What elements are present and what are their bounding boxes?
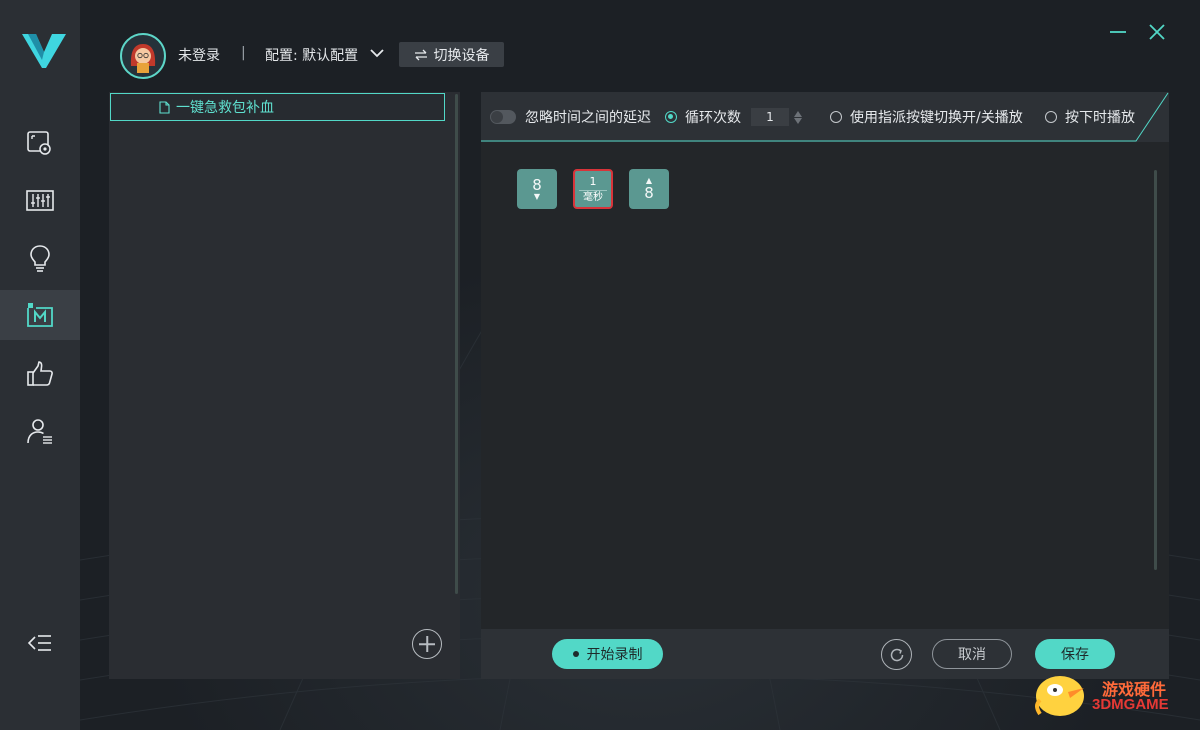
macro-list-panel: 一键急救包补血 [109, 92, 460, 679]
stepper-down-icon[interactable] [794, 117, 802, 124]
stepper-up-icon[interactable] [794, 110, 802, 117]
macro-editor-panel: 忽略时间之间的延迟 循环次数 使用指派按键切换开/关播放 按下时播放 8 ▼ 1… [481, 92, 1169, 679]
lightbulb-icon [30, 245, 50, 272]
switch-device-button[interactable]: 切换设备 [399, 42, 504, 67]
delay-unit: 毫秒 [583, 191, 603, 203]
v-logo-icon [22, 30, 66, 70]
toggle-key-label: 使用指派按键切换开/关播放 [850, 110, 1023, 126]
macro-list-item[interactable]: 一键急救包补血 [110, 93, 445, 121]
loop-count-stepper[interactable] [794, 110, 802, 124]
key-down-arrow-icon: ▼ [533, 192, 541, 201]
nav-feedback[interactable] [0, 349, 80, 399]
press-play-option[interactable]: 按下时播放 [1045, 92, 1135, 142]
nav-collapse[interactable] [0, 618, 80, 668]
switch-device-label: 切换设备 [433, 47, 490, 64]
user-status[interactable]: 未登录 [178, 45, 220, 65]
nav-equalizer[interactable] [0, 176, 80, 226]
collapse-menu-icon [27, 635, 51, 651]
toggle-key-radio[interactable] [830, 111, 842, 123]
key-up-key: 8 [644, 184, 654, 202]
ignore-delay-option[interactable]: 忽略时间之间的延迟 [490, 92, 651, 142]
record-dot-icon [572, 651, 579, 657]
nav-lighting[interactable] [0, 233, 80, 283]
editor-scrollbar[interactable] [1154, 170, 1157, 570]
ignore-delay-label: 忽略时间之间的延迟 [525, 110, 651, 126]
refresh-button[interactable] [881, 639, 912, 670]
minimize-icon[interactable] [1108, 22, 1128, 42]
loop-count-label: 循环次数 [685, 110, 741, 126]
sidebar [0, 0, 80, 730]
macro-item-label: 一键急救包补血 [176, 100, 274, 116]
delay-block[interactable]: 1 毫秒 [573, 169, 613, 209]
delay-divider [579, 189, 607, 191]
swap-arrows-icon [414, 49, 427, 60]
user-list-icon [27, 419, 52, 444]
nav-screen-settings[interactable] [0, 118, 80, 168]
press-play-radio[interactable] [1045, 111, 1057, 123]
delay-value[interactable]: 1 [590, 175, 597, 188]
start-record-label: 开始录制 [586, 647, 643, 663]
macro-icon [27, 303, 53, 327]
refresh-icon [890, 648, 903, 661]
screen-settings-icon [27, 131, 51, 155]
nav-account[interactable] [0, 406, 80, 456]
key-up-block[interactable]: ▲ 8 [629, 169, 669, 209]
loop-count-radio[interactable] [665, 111, 677, 123]
start-record-button[interactable]: 开始录制 [552, 639, 663, 669]
loop-count-option[interactable]: 循环次数 [665, 92, 802, 142]
avatar-icon [123, 36, 163, 76]
add-macro-button[interactable] [412, 629, 442, 659]
macro-options-toolbar: 忽略时间之间的延迟 循环次数 使用指派按键切换开/关播放 按下时播放 [481, 92, 1169, 142]
ignore-delay-toggle[interactable] [490, 110, 516, 124]
nav-macro[interactable] [0, 290, 80, 340]
thumbs-up-icon [27, 361, 53, 386]
toggle-key-option[interactable]: 使用指派按键切换开/关播放 [830, 92, 1023, 142]
chick-mascot-icon [1035, 676, 1084, 716]
macro-list-scrollbar[interactable] [455, 94, 458, 594]
watermark-line2: 3DMGAME [1092, 696, 1169, 713]
avatar[interactable] [120, 33, 166, 79]
file-icon [159, 100, 170, 114]
key-down-block[interactable]: 8 ▼ [517, 169, 557, 209]
loop-count-input[interactable] [751, 108, 789, 126]
watermark: 游戏硬件 3DMGAME [1030, 664, 1190, 720]
close-icon[interactable] [1147, 22, 1167, 42]
config-label[interactable]: 配置: 默认配置 [265, 45, 358, 65]
key-down-key: 8 [532, 176, 542, 194]
chevron-down-icon[interactable] [368, 46, 386, 60]
header-separator: | [241, 45, 246, 61]
equalizer-icon [26, 190, 54, 211]
press-play-label: 按下时播放 [1065, 110, 1135, 126]
cancel-button[interactable]: 取消 [932, 639, 1012, 669]
